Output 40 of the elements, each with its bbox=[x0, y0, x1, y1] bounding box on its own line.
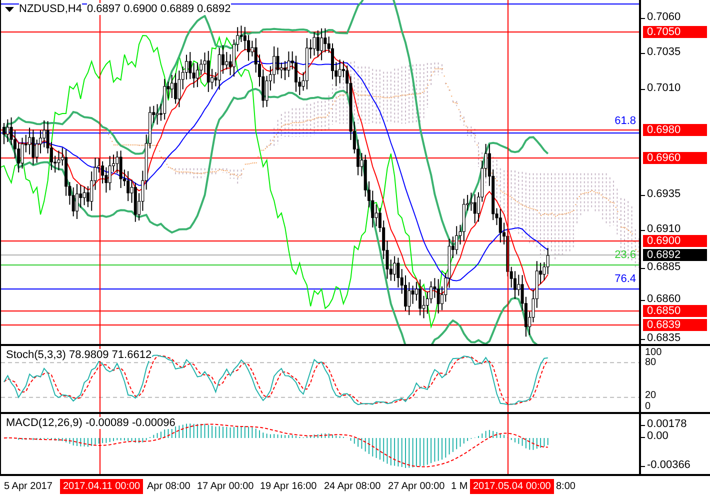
macd-tick-label: -0.00366 bbox=[647, 460, 690, 471]
time-tick-label: Apr 08:00 bbox=[147, 480, 190, 494]
fibonacci-label: 76.4 bbox=[614, 273, 636, 285]
price-tick-label: 0.6910 bbox=[647, 224, 681, 235]
fibonacci-label: 61.8 bbox=[614, 115, 636, 127]
current-price-tag: 0.6892 bbox=[643, 249, 707, 261]
price-tick-label: 0.6885 bbox=[647, 262, 681, 273]
price-tick-label: 0.7060 bbox=[647, 12, 681, 23]
price-tick-label: 0.6835 bbox=[647, 333, 681, 344]
time-tick-label: 17 Apr 00:00 bbox=[197, 480, 254, 494]
level-price-tag: 0.6900 bbox=[643, 235, 707, 247]
level-price-tag: 0.7050 bbox=[643, 26, 707, 38]
time-tick-label: 19 Apr 16:00 bbox=[260, 480, 317, 494]
time-tick-label: 8:00 bbox=[556, 480, 576, 494]
level-price-tag: 0.6839 bbox=[643, 319, 707, 331]
price-tick-label: 0.6935 bbox=[647, 189, 681, 200]
macd-tick-label: 0.00178 bbox=[647, 419, 687, 430]
price-tick-label: 0.6860 bbox=[647, 294, 681, 305]
time-tick-label: 1 M bbox=[451, 480, 468, 494]
ohlc-values: 0.6897 0.6900 0.6889 0.6892 bbox=[86, 3, 231, 15]
stochastic-tick-label: 100 bbox=[645, 348, 662, 358]
time-tick-label: 27 Apr 00:00 bbox=[388, 480, 445, 494]
level-price-tag: 0.6980 bbox=[643, 124, 707, 136]
cursor-time-tag: 2017.04.11 00:00 bbox=[60, 479, 144, 494]
level-price-tag: 0.6850 bbox=[643, 305, 707, 317]
indicator-title: MACD(12,26,9) -0.00089 -0.00096 bbox=[6, 417, 176, 429]
cursor-time-tag: 2017.05.04 00:00 bbox=[470, 479, 554, 494]
time-tick-label: 24 Apr 08:00 bbox=[324, 480, 381, 494]
dropdown-triangle-icon[interactable] bbox=[5, 6, 14, 12]
level-price-tag: 0.6960 bbox=[643, 152, 707, 164]
fibonacci-label: 23.6 bbox=[614, 249, 636, 261]
stochastic-tick-label: 20 bbox=[645, 391, 656, 401]
stochastic-tick-label: 80 bbox=[645, 358, 656, 368]
stochastic-tick-label: 0 bbox=[645, 402, 651, 412]
price-tick-label: 0.7035 bbox=[647, 47, 681, 58]
indicator-title: Stoch(5,3,3) 78.9809 71.6612 bbox=[6, 349, 152, 361]
time-tick-label: 5 Apr 2017 bbox=[4, 480, 52, 494]
symbol-label: NZDUSD,H4 bbox=[19, 3, 82, 15]
price-tick-label: 0.7010 bbox=[647, 83, 681, 94]
macd-tick-label: 0.00 bbox=[647, 431, 668, 442]
